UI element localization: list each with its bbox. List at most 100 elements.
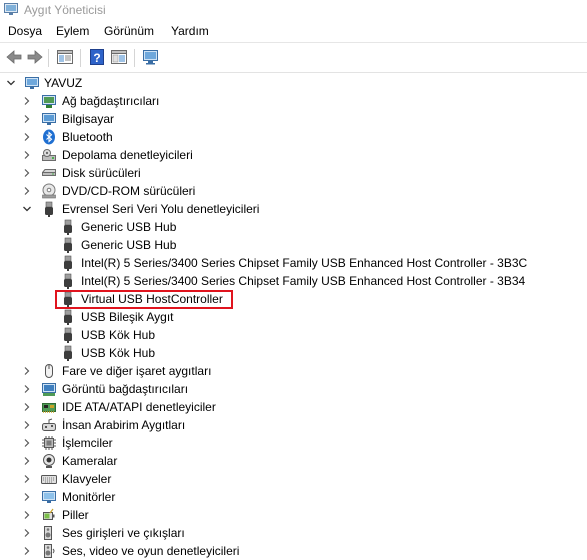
tree-root-label: YAVUZ [44, 76, 83, 90]
chevron-right-icon[interactable] [22, 150, 32, 160]
tree-item-usb-controllers[interactable]: Evrensel Seri Veri Yolu denetleyicileri [0, 200, 270, 218]
tree-item-sound-controllers[interactable]: Ses, video ve oyun denetleyicileri [0, 542, 240, 560]
toolbar: ? [0, 42, 587, 73]
tree-item-hid[interactable]: İnsan Arabirim Aygıtları [0, 416, 230, 434]
back-arrow-icon[interactable] [4, 47, 24, 67]
chevron-right-icon[interactable] [22, 546, 32, 556]
dvd-icon [42, 183, 56, 199]
tree-item-label: Monitörler [62, 490, 116, 504]
usb-device-intel-3b3c[interactable]: Intel(R) 5 Series/3400 Series Chipset Fa… [0, 254, 527, 272]
keyboard-icon [41, 475, 57, 484]
usb-plug-icon [64, 327, 72, 343]
storage-controller-icon [42, 149, 56, 161]
scan-hardware-icon[interactable] [141, 47, 161, 67]
tree-item-label: Piller [62, 508, 89, 522]
highlight-box [55, 290, 233, 309]
usb-device-root-hub[interactable]: USB Kök Hub [0, 326, 200, 344]
usb-device-root-hub[interactable]: USB Kök Hub [0, 344, 200, 362]
sound-controller-icon [44, 544, 55, 558]
chevron-right-icon[interactable] [22, 438, 32, 448]
tree-item-label: DVD/CD-ROM sürücüleri [62, 184, 196, 198]
tree-item-batteries[interactable]: Piller [0, 506, 200, 524]
mouse-icon [45, 364, 53, 378]
tree-item-cameras[interactable]: Kameralar [0, 452, 200, 470]
tree-root-yavuz[interactable]: YAVUZ [0, 74, 120, 92]
chevron-right-icon[interactable] [22, 186, 32, 196]
chevron-down-icon[interactable] [6, 78, 16, 88]
usb-plug-icon [64, 345, 72, 361]
bluetooth-icon [43, 129, 55, 145]
chevron-right-icon[interactable] [22, 114, 32, 124]
tree-item-keyboards[interactable]: Klavyeler [0, 470, 200, 488]
usb-plug-icon [64, 237, 72, 253]
chevron-right-icon[interactable] [22, 168, 32, 178]
forward-arrow-icon[interactable] [25, 47, 45, 67]
processor-icon [42, 436, 56, 450]
help-icon[interactable]: ? [87, 47, 107, 67]
usb-plug-icon [64, 309, 72, 325]
menu-dosya[interactable]: Dosya [8, 24, 42, 38]
tree-item-audio-io[interactable]: Ses girişleri ve çıkışları [0, 524, 200, 542]
tree-item-monitors[interactable]: Monitörler [0, 488, 200, 506]
usb-device-generic-hub[interactable]: Generic USB Hub [0, 236, 200, 254]
usb-plug-icon [64, 273, 72, 289]
usb-device-label: USB Bileşik Aygıt [81, 310, 174, 324]
chevron-down-icon[interactable] [22, 204, 32, 214]
tree-item-storage-controllers[interactable]: Depolama denetleyicileri [0, 146, 220, 164]
chevron-right-icon[interactable] [22, 456, 32, 466]
properties-icon[interactable] [109, 47, 129, 67]
menu-gorunum[interactable]: Görünüm [104, 24, 154, 38]
toolbar-separator [80, 49, 81, 67]
usb-device-generic-hub[interactable]: Generic USB Hub [0, 218, 200, 236]
menu-eylem[interactable]: Eylem [56, 24, 89, 38]
menu-yardim[interactable]: Yardım [171, 24, 209, 38]
tree-item-dvd-cdrom[interactable]: DVD/CD-ROM sürücüleri [0, 182, 220, 200]
chevron-right-icon[interactable] [22, 96, 32, 106]
tree-item-label: Bluetooth [62, 130, 113, 144]
menu-bar: Dosya Eylem Görünüm Yardım [0, 20, 587, 42]
tree-item-label: Disk sürücüleri [62, 166, 141, 180]
chevron-right-icon[interactable] [22, 366, 32, 376]
tree-item-processors[interactable]: İşlemciler [0, 434, 200, 452]
display-adapter-icon [42, 383, 56, 396]
svg-text:?: ? [93, 51, 100, 65]
usb-device-label: USB Kök Hub [81, 328, 156, 342]
usb-plug-icon [64, 255, 72, 271]
tree-item-label: Ses, video ve oyun denetleyicileri [62, 544, 240, 558]
chevron-right-icon[interactable] [22, 384, 32, 394]
tree-item-network-adapters[interactable]: Ağ bağdaştırıcıları [0, 92, 220, 110]
tree-item-mice[interactable]: Fare ve diğer işaret aygıtları [0, 362, 230, 380]
tree-item-label: Klavyeler [62, 472, 112, 486]
chevron-right-icon[interactable] [22, 132, 32, 142]
title-bar: Aygıt Yöneticisi [0, 0, 587, 20]
computer-icon [25, 77, 39, 89]
usb-device-label: Generic USB Hub [81, 220, 177, 234]
tree-item-display-adapters[interactable]: Görüntü bağdaştırıcıları [0, 380, 230, 398]
chevron-right-icon[interactable] [22, 510, 32, 520]
chevron-right-icon[interactable] [22, 474, 32, 484]
usb-device-intel-3b34[interactable]: Intel(R) 5 Series/3400 Series Chipset Fa… [0, 272, 525, 290]
tree-item-label: Ses girişleri ve çıkışları [62, 526, 185, 540]
tree-item-label: Ağ bağdaştırıcıları [62, 94, 160, 108]
tree-item-disk-drives[interactable]: Disk sürücüleri [0, 164, 220, 182]
tree-item-label: Depolama denetleyicileri [62, 148, 193, 162]
tree-item-label: İnsan Arabirim Aygıtları [62, 418, 186, 432]
tree-item-bluetooth[interactable]: Bluetooth [0, 128, 220, 146]
tree-item-ide-controllers[interactable]: IDE ATA/ATAPI denetleyiciler [0, 398, 230, 416]
chevron-right-icon[interactable] [22, 528, 32, 538]
usb-device-label: Intel(R) 5 Series/3400 Series Chipset Fa… [81, 274, 526, 288]
chevron-right-icon[interactable] [22, 402, 32, 412]
usb-device-label: USB Kök Hub [81, 346, 156, 360]
tree-item-label: Bilgisayar [62, 112, 115, 126]
usb-device-composite[interactable]: USB Bileşik Aygıt [0, 308, 200, 326]
tree-item-label: İşlemciler [62, 436, 113, 450]
tree-item-computer[interactable]: Bilgisayar [0, 110, 220, 128]
tree-item-label: Kameralar [62, 454, 118, 468]
usb-device-label: Intel(R) 5 Series/3400 Series Chipset Fa… [81, 256, 528, 270]
chevron-right-icon[interactable] [22, 420, 32, 430]
camera-icon [43, 454, 55, 468]
chevron-right-icon[interactable] [22, 492, 32, 502]
show-hide-console-tree-icon[interactable] [55, 47, 75, 67]
tree-item-label: Fare ve diğer işaret aygıtları [62, 364, 212, 378]
audio-io-icon [44, 526, 52, 540]
